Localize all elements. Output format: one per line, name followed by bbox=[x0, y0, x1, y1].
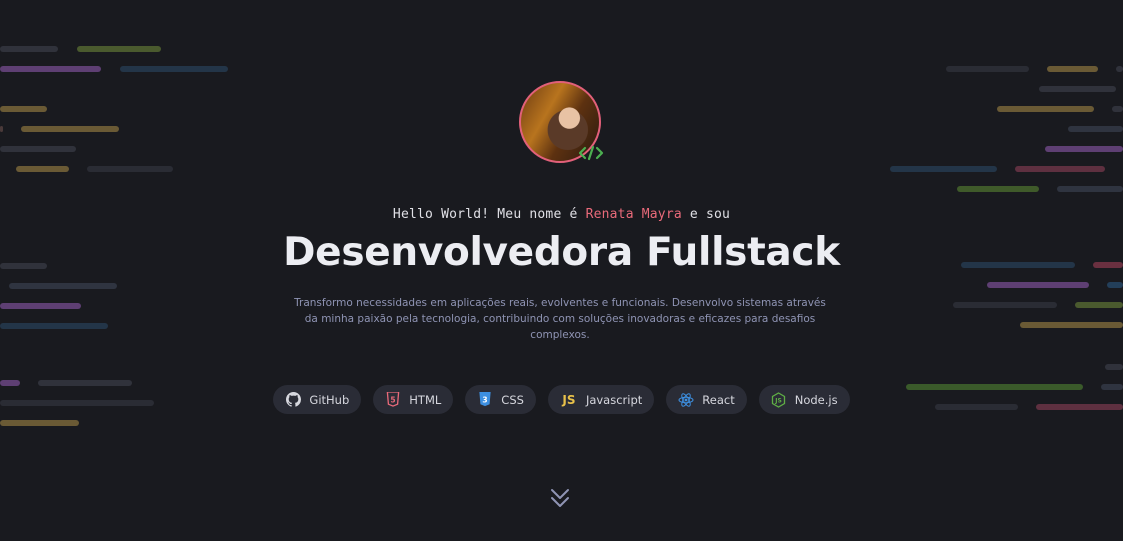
tag-label: HTML bbox=[409, 392, 442, 407]
greeting-name: Renata Mayra bbox=[585, 207, 682, 222]
svg-text:5: 5 bbox=[391, 395, 396, 404]
tag-javascript[interactable]: JS Javascript bbox=[547, 385, 655, 414]
tag-label: Javascript bbox=[585, 392, 643, 407]
tag-label: Node.js bbox=[794, 392, 838, 407]
github-icon bbox=[285, 392, 301, 408]
tag-html[interactable]: 5 HTML bbox=[373, 385, 454, 414]
tech-tags: GitHub 5 HTML 3 CSS JS Javascript React … bbox=[0, 385, 1123, 414]
tag-css[interactable]: 3 CSS bbox=[465, 385, 536, 414]
greeting-prefix: Hello World! Meu nome é bbox=[392, 207, 586, 222]
react-icon bbox=[678, 392, 694, 408]
scroll-down-chevron-icon[interactable] bbox=[549, 486, 571, 510]
nodejs-icon: JS bbox=[771, 391, 787, 408]
tag-label: React bbox=[702, 392, 735, 407]
greeting-text: Hello World! Meu nome é Renata Mayra e s… bbox=[0, 207, 1123, 222]
svg-text:3: 3 bbox=[483, 395, 488, 404]
tag-label: GitHub bbox=[309, 392, 350, 407]
svg-text:JS: JS bbox=[774, 397, 782, 404]
js-icon: JS bbox=[562, 392, 576, 407]
tag-nodejs[interactable]: JS Node.js bbox=[758, 385, 850, 414]
tag-github[interactable]: GitHub bbox=[273, 385, 362, 414]
tag-label: CSS bbox=[501, 392, 524, 407]
greeting-suffix: e sou bbox=[681, 207, 731, 222]
html5-icon: 5 bbox=[385, 392, 401, 408]
code-brackets-icon bbox=[577, 143, 605, 163]
tag-react[interactable]: React bbox=[666, 385, 747, 414]
hero-description: Transformo necessidades em aplicações re… bbox=[294, 297, 826, 341]
hero-section: Hello World! Meu nome é Renata Mayra e s… bbox=[0, 0, 1123, 541]
page-title: Desenvolvedora Fullstack bbox=[283, 230, 840, 275]
css3-icon: 3 bbox=[477, 392, 493, 408]
profile-avatar-container bbox=[519, 81, 604, 163]
